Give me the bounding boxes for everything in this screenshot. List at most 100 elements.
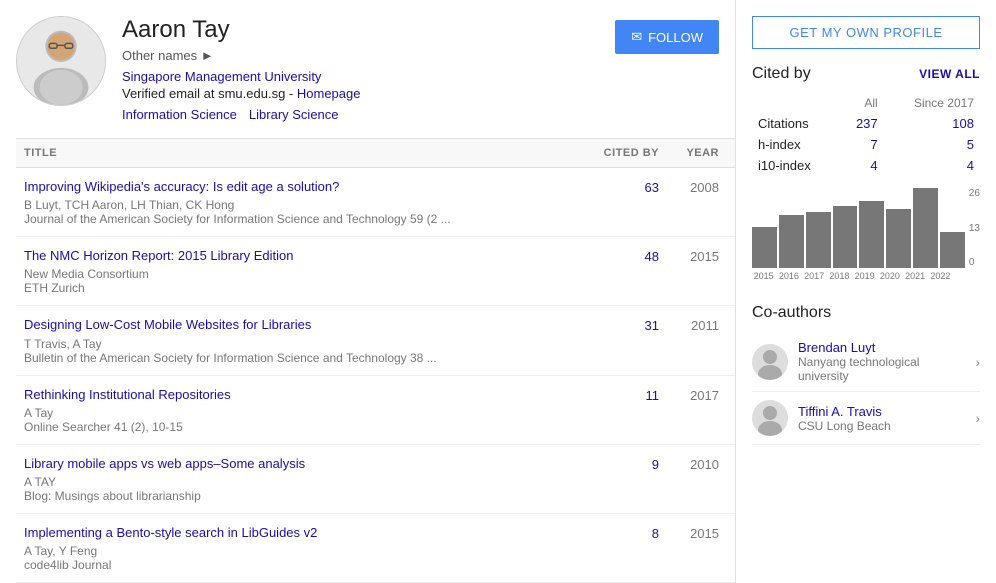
coauthor-avatar	[752, 344, 788, 380]
main-container: Aaron Tay Other names ► Singapore Manage…	[0, 0, 996, 583]
avatar-wrapper	[16, 16, 106, 116]
chart-x-label: 2017	[803, 271, 826, 281]
paper-content: Rethinking Institutional Repositories A …	[24, 386, 579, 434]
paper-content: Implementing a Bento-style search in Lib…	[24, 524, 579, 572]
chart-y-min: 0	[969, 257, 980, 268]
paper-title[interactable]: Improving Wikipedia's accuracy: Is edit …	[24, 179, 339, 194]
paper-authors: A Tay, Y Feng	[24, 544, 579, 558]
tag-information-science[interactable]: Information Science	[122, 107, 237, 122]
profile-info: Aaron Tay Other names ► Singapore Manage…	[122, 16, 599, 122]
verified-email-row: Verified email at smu.edu.sg - Homepage	[122, 86, 599, 101]
papers-section: TITLE CITED BY YEAR Improving Wikipedia'…	[16, 138, 735, 583]
stats-table-body: Citations 237 108 h-index 7 5 i10-index …	[752, 113, 980, 176]
stat-since: 4	[884, 155, 980, 176]
chart-bar	[779, 215, 804, 268]
stat-all: 237	[839, 113, 884, 134]
paper-authors: New Media Consortium	[24, 267, 579, 281]
coauthor-item[interactable]: Tiffini A. Travis CSU Long Beach ›	[752, 392, 980, 445]
other-names: Other names ►	[122, 48, 599, 63]
stat-label: i10-index	[752, 155, 839, 176]
paper-year: 2015	[659, 247, 719, 264]
coauthors-title: Co-authors	[752, 304, 831, 322]
left-panel: Aaron Tay Other names ► Singapore Manage…	[0, 0, 736, 583]
profile-header: Aaron Tay Other names ► Singapore Manage…	[16, 16, 735, 122]
chart-bar	[806, 212, 831, 268]
stats-row: Citations 237 108	[752, 113, 980, 134]
chart-x-label: 2015	[752, 271, 775, 281]
stat-since: 108	[884, 113, 980, 134]
chart-x-label: 2020	[878, 271, 901, 281]
col-cited-header: CITED BY	[579, 147, 659, 159]
stat-since: 5	[884, 134, 980, 155]
chart-x-label: 2019	[853, 271, 876, 281]
table-row: Rethinking Institutional Repositories A …	[16, 376, 735, 445]
table-row: Designing Low-Cost Mobile Websites for L…	[16, 306, 735, 375]
chart-bar	[940, 232, 965, 268]
paper-cited-count[interactable]: 9	[579, 455, 659, 472]
chart-bar	[752, 227, 777, 268]
paper-title[interactable]: Rethinking Institutional Repositories	[24, 387, 231, 402]
paper-cited-count[interactable]: 48	[579, 247, 659, 264]
chart-y-mid: 13	[969, 223, 980, 234]
paper-cited-count[interactable]: 11	[579, 386, 659, 403]
table-row: Library mobile apps vs web apps–Some ana…	[16, 445, 735, 514]
paper-title[interactable]: Designing Low-Cost Mobile Websites for L…	[24, 317, 311, 332]
paper-year: 2017	[659, 386, 719, 403]
paper-authors: T Travis, A Tay	[24, 337, 579, 351]
cited-by-section: Cited by VIEW ALL All Since 2017 Citatio…	[752, 65, 980, 288]
coauthor-affiliation: CSU Long Beach	[798, 419, 971, 433]
paper-title[interactable]: The NMC Horizon Report: 2015 Library Edi…	[24, 248, 294, 263]
affiliation-link[interactable]: Singapore Management University	[122, 69, 321, 84]
homepage-link[interactable]: Homepage	[297, 86, 361, 101]
coauthor-name: Tiffini A. Travis	[798, 404, 971, 419]
affiliation-row: Singapore Management University	[122, 69, 599, 84]
paper-authors: A Tay	[24, 406, 579, 420]
other-names-link[interactable]: Other names ►	[122, 48, 214, 63]
paper-cited-count[interactable]: 63	[579, 178, 659, 195]
table-row: Implementing a Bento-style search in Lib…	[16, 514, 735, 583]
paper-journal: code4lib Journal	[24, 558, 579, 572]
chart-bar	[886, 209, 911, 268]
coauthors-header: Co-authors	[752, 304, 980, 322]
view-all-link[interactable]: VIEW ALL	[919, 67, 980, 81]
paper-title[interactable]: Library mobile apps vs web apps–Some ana…	[24, 456, 305, 471]
papers-list: Improving Wikipedia's accuracy: Is edit …	[16, 168, 735, 583]
chart-x-labels: 20152016201720182019202020212022	[752, 271, 980, 281]
paper-authors: A TAY	[24, 475, 579, 489]
stats-row: h-index 7 5	[752, 134, 980, 155]
coauthors-list: Brendan Luyt Nanyang technological unive…	[752, 332, 980, 445]
paper-year: 2008	[659, 178, 719, 195]
paper-year: 2011	[659, 316, 719, 333]
stats-col-all: All	[839, 93, 884, 113]
coauthor-item[interactable]: Brendan Luyt Nanyang technological unive…	[752, 332, 980, 392]
coauthor-avatar	[752, 400, 788, 436]
paper-year: 2010	[659, 455, 719, 472]
chart-y-max: 26	[969, 188, 980, 199]
stat-all: 4	[839, 155, 884, 176]
paper-content: Designing Low-Cost Mobile Websites for L…	[24, 316, 579, 364]
stats-col-since: Since 2017	[884, 93, 980, 113]
tag-library-science[interactable]: Library Science	[249, 107, 339, 122]
paper-journal: ETH Zurich	[24, 281, 579, 295]
papers-table-header: TITLE CITED BY YEAR	[16, 139, 735, 168]
chart-x-label: 2021	[904, 271, 927, 281]
stat-all: 7	[839, 134, 884, 155]
chart-x-label: 2016	[777, 271, 800, 281]
paper-title[interactable]: Implementing a Bento-style search in Lib…	[24, 525, 317, 540]
coauthors-section: Co-authors Brendan Luyt Nanyang technolo…	[752, 304, 980, 445]
stat-label: Citations	[752, 113, 839, 134]
paper-cited-count[interactable]: 8	[579, 524, 659, 541]
chart-bar	[859, 201, 884, 268]
coauthor-info: Brendan Luyt Nanyang technological unive…	[798, 340, 971, 383]
chevron-right-icon: ›	[975, 354, 980, 370]
stats-col-empty	[752, 93, 839, 113]
paper-cited-count[interactable]: 31	[579, 316, 659, 333]
cited-by-title: Cited by	[752, 65, 811, 83]
paper-journal: Online Searcher 41 (2), 10-15	[24, 420, 579, 434]
follow-button[interactable]: ✉ FOLLOW	[615, 20, 719, 54]
follow-icon: ✉	[631, 29, 642, 45]
get-profile-button[interactable]: GET MY OWN PROFILE	[752, 16, 980, 49]
paper-content: Improving Wikipedia's accuracy: Is edit …	[24, 178, 579, 226]
paper-journal: Blog: Musings about librarianship	[24, 489, 579, 503]
table-row: Improving Wikipedia's accuracy: Is edit …	[16, 168, 735, 237]
